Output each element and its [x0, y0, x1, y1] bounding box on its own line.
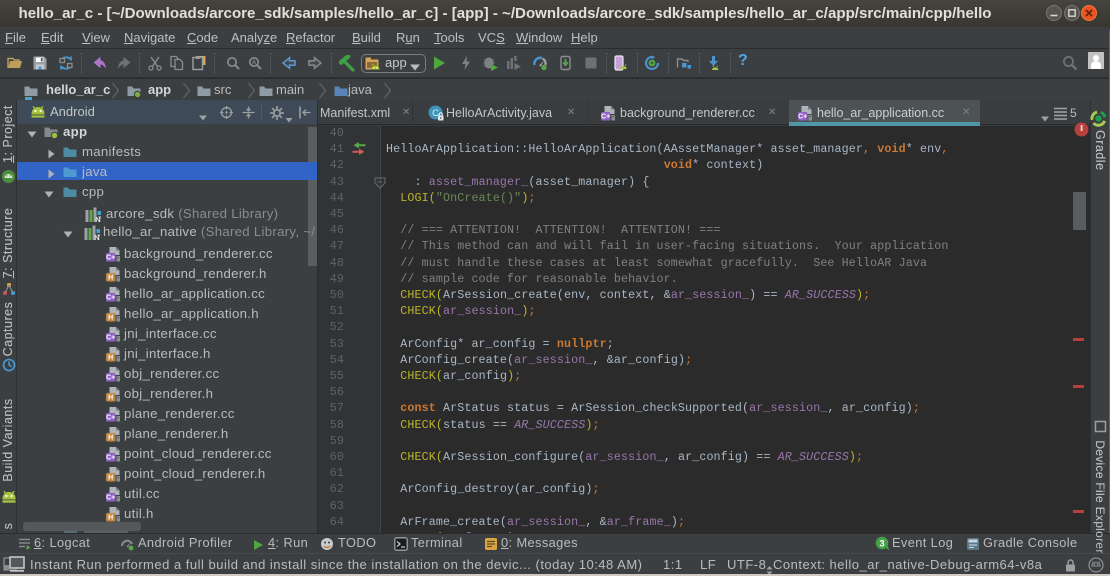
svg-text:H: H: [108, 315, 113, 322]
svg-text:C+: C+: [601, 114, 610, 121]
svg-text:C+: C+: [106, 375, 115, 382]
svg-text:C+: C+: [106, 335, 115, 342]
svg-text:N: N: [95, 215, 100, 222]
svg-text:H: H: [108, 475, 113, 482]
svg-text:3: 3: [879, 538, 884, 549]
svg-text:C+: C+: [106, 455, 115, 462]
svg-text:C+: C+: [106, 495, 115, 502]
svg-text:C+: C+: [106, 415, 115, 422]
svg-text:C+: C+: [798, 114, 807, 121]
svg-text:C+: C+: [106, 255, 115, 262]
svg-text:H: H: [108, 275, 113, 282]
svg-text:N: N: [94, 233, 99, 240]
svg-text:H: H: [108, 355, 113, 362]
svg-text:H: H: [108, 515, 113, 522]
svg-text:C+: C+: [106, 295, 115, 302]
svg-text:H: H: [108, 395, 113, 402]
svg-text:H: H: [108, 435, 113, 442]
